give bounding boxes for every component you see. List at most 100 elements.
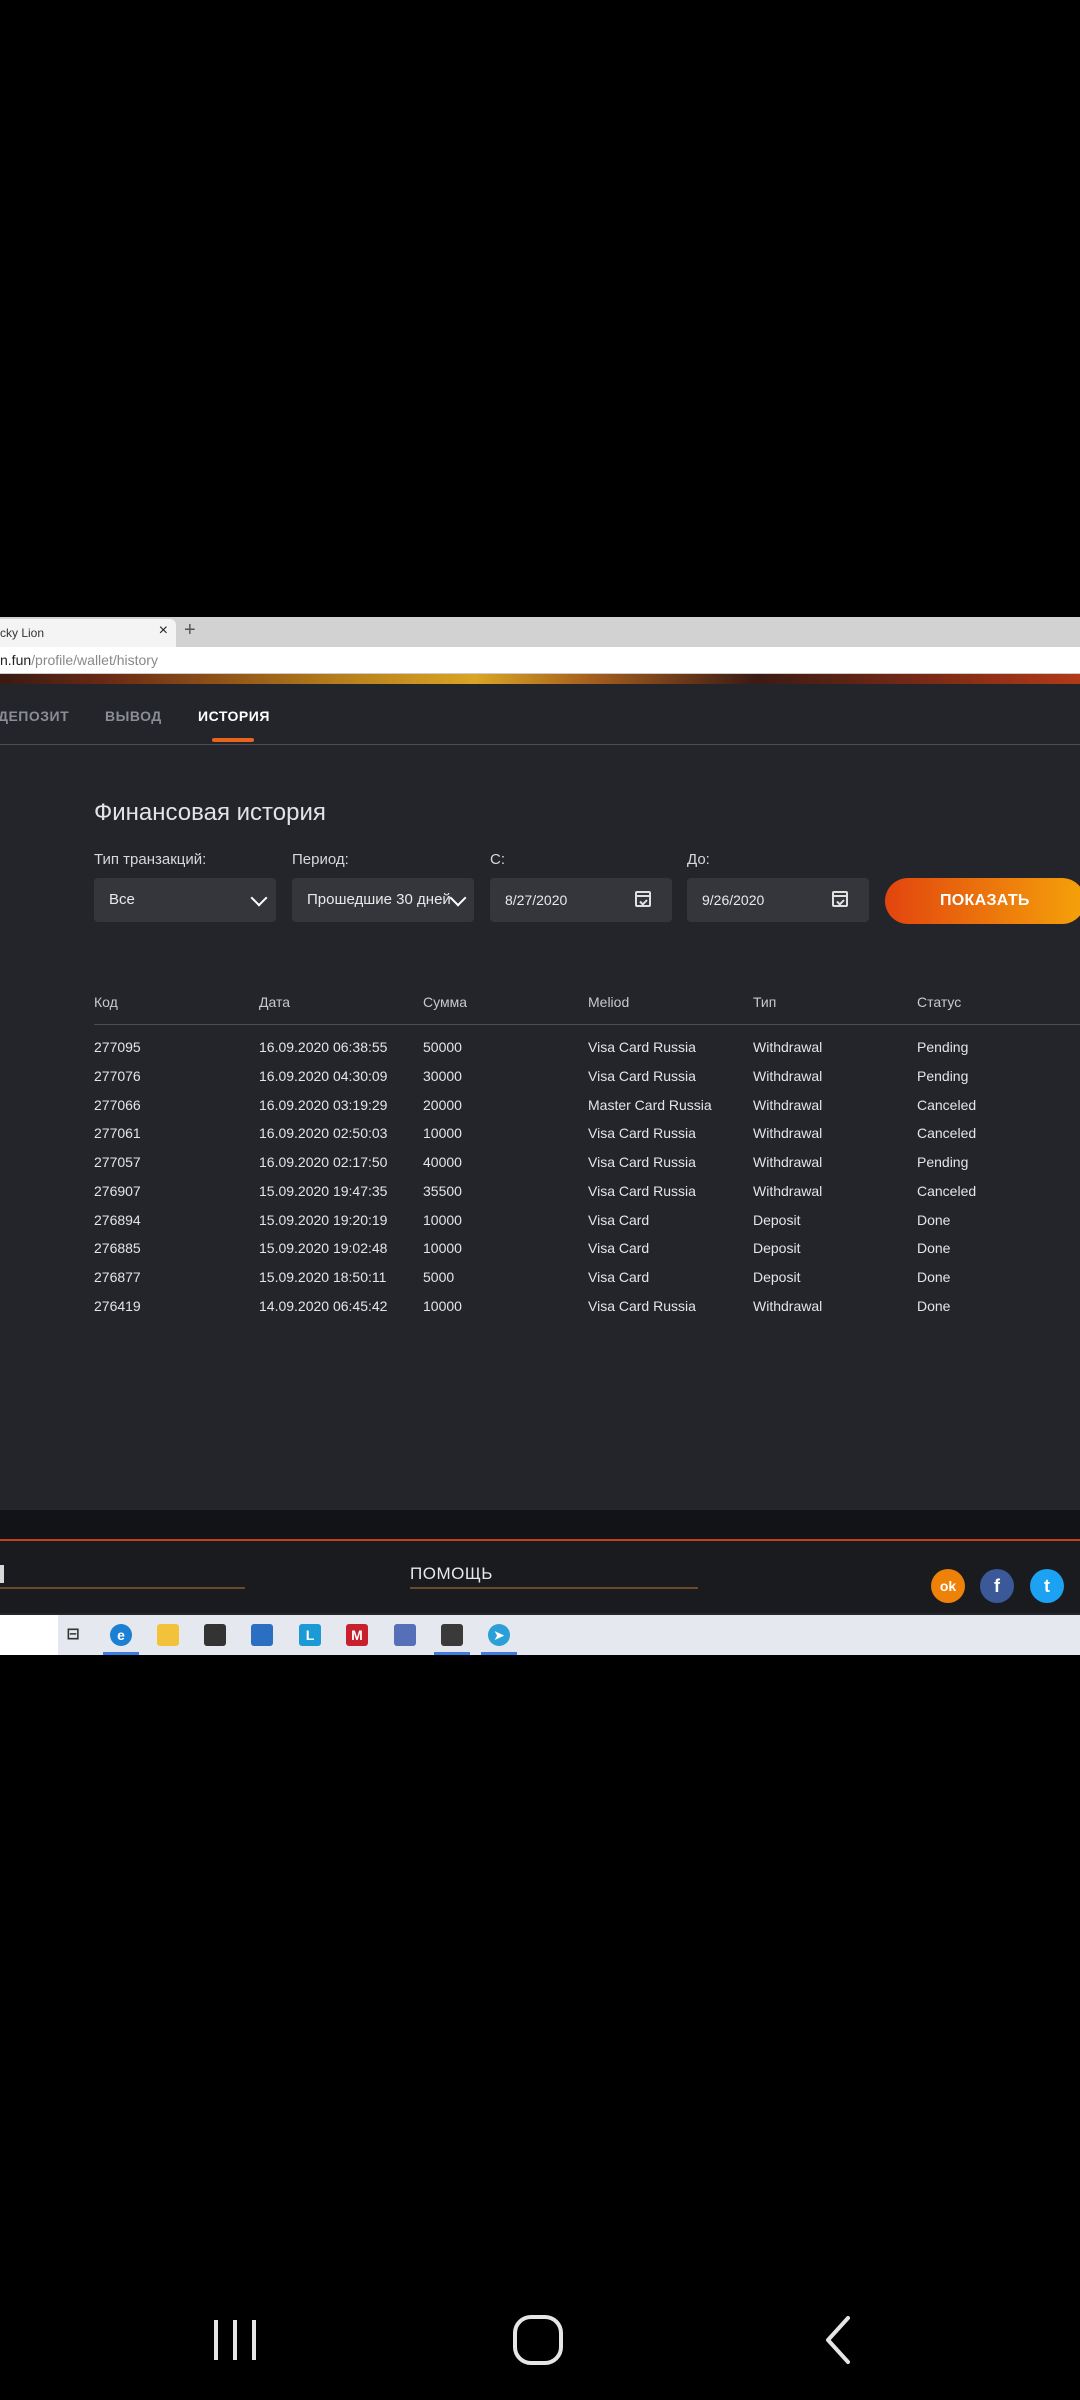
date-from-label: С: [490, 851, 505, 868]
game-app-icon[interactable] [441, 1624, 463, 1646]
wallet-tabs: ДЕПОЗИТ ВЫВОД ИСТОРИЯ [0, 684, 1080, 745]
cell-date: 16.09.2020 02:50:03 [259, 1125, 388, 1141]
cell-amount: 30000 [423, 1068, 462, 1084]
table-row: 276419 14.09.2020 06:45:42 10000 Visa Ca… [0, 1298, 1080, 1327]
browser-tab[interactable]: cky Lion × [0, 619, 176, 647]
table-row: 277076 16.09.2020 04:30:09 30000 Visa Ca… [0, 1068, 1080, 1097]
date-from-input[interactable]: 8/27/2020 [490, 878, 672, 922]
close-tab-icon[interactable]: × [159, 622, 168, 640]
tab-withdraw[interactable]: ВЫВОД [105, 708, 162, 724]
facebook-icon[interactable]: f [980, 1569, 1014, 1603]
cell-date: 16.09.2020 06:38:55 [259, 1039, 388, 1055]
odnoklassniki-icon[interactable]: ok [931, 1569, 965, 1603]
cell-method: Visa Card Russia [588, 1154, 696, 1170]
promo-banner-strip [0, 674, 1080, 684]
cell-amount: 10000 [423, 1125, 462, 1141]
cell-amount: 50000 [423, 1039, 462, 1055]
mcafee-icon[interactable]: M [346, 1624, 368, 1646]
show-button[interactable]: ПОКАЗАТЬ [885, 878, 1080, 924]
cell-code: 276877 [94, 1269, 141, 1285]
cell-status: Done [917, 1298, 951, 1314]
taskbar-search-box[interactable] [0, 1615, 58, 1655]
telegram-running-indicator [481, 1652, 517, 1655]
cell-code: 277066 [94, 1097, 141, 1113]
task-view-icon[interactable]: ⊟ [62, 1624, 84, 1646]
cell-status: Pending [917, 1154, 969, 1170]
calendar-icon[interactable] [832, 891, 848, 907]
address-bar[interactable]: n.fun/profile/wallet/history [0, 647, 1080, 674]
cell-amount: 10000 [423, 1298, 462, 1314]
transaction-type-label: Тип транзакций: [94, 851, 207, 868]
cell-date: 15.09.2020 19:02:48 [259, 1240, 388, 1256]
url-text: n.fun/profile/wallet/history [0, 652, 158, 668]
cell-type: Withdrawal [753, 1125, 823, 1141]
calendar-icon[interactable] [635, 891, 651, 907]
mail-icon[interactable] [251, 1624, 273, 1646]
date-to-value: 9/26/2020 [702, 892, 765, 908]
date-from-value: 8/27/2020 [505, 892, 568, 908]
cell-method: Visa Card Russia [588, 1039, 696, 1055]
table-header-divider [94, 1024, 1080, 1025]
period-value: Прошедшие 30 дней [307, 891, 451, 908]
table-row: 276877 15.09.2020 18:50:11 5000 Visa Car… [0, 1269, 1080, 1298]
footer-help-underline [410, 1587, 698, 1589]
cell-method: Visa Card Russia [588, 1183, 696, 1199]
file-explorer-icon[interactable] [157, 1624, 179, 1646]
cell-date: 16.09.2020 02:17:50 [259, 1154, 388, 1170]
cell-method: Visa Card Russia [588, 1068, 696, 1084]
chevron-down-icon [250, 889, 268, 907]
network-app-icon[interactable] [394, 1624, 416, 1646]
back-icon[interactable] [820, 2300, 860, 2370]
cell-status: Done [917, 1240, 951, 1256]
edge-browser-icon[interactable]: e [110, 1624, 132, 1646]
url-host: n.fun [0, 652, 32, 668]
cell-type: Deposit [753, 1240, 801, 1256]
store-icon[interactable] [204, 1624, 226, 1646]
l-app-icon[interactable]: L [299, 1624, 321, 1646]
cell-date: 15.09.2020 18:50:11 [259, 1269, 387, 1285]
twitter-icon[interactable]: t [1030, 1569, 1064, 1603]
cell-date: 16.09.2020 04:30:09 [259, 1068, 388, 1084]
url-path: /profile/wallet/history [31, 652, 158, 668]
cell-method: Visa Card [588, 1212, 650, 1228]
tab-history[interactable]: ИСТОРИЯ [198, 708, 270, 724]
cell-type: Withdrawal [753, 1298, 823, 1314]
cell-type: Withdrawal [753, 1068, 823, 1084]
footer: ПОМОЩЬ ok f t [0, 1541, 1080, 1613]
cell-amount: 10000 [423, 1212, 462, 1228]
period-label: Период: [292, 851, 349, 868]
edge-running-indicator [103, 1652, 139, 1655]
footer-help-heading[interactable]: ПОМОЩЬ [410, 1564, 493, 1584]
column-header-method: Meliod [588, 994, 630, 1010]
tab-deposit[interactable]: ДЕПОЗИТ [0, 708, 69, 724]
browser-tab-strip: cky Lion × + [0, 617, 1080, 647]
date-to-input[interactable]: 9/26/2020 [687, 878, 869, 922]
cell-method: Visa Card Russia [588, 1125, 696, 1141]
recent-apps-icon[interactable] [210, 2300, 260, 2370]
period-select[interactable]: Прошедшие 30 дней [292, 878, 474, 922]
column-header-status: Статус [917, 994, 962, 1010]
home-icon[interactable] [510, 2300, 570, 2370]
cell-code: 276907 [94, 1183, 141, 1199]
transaction-type-select[interactable]: Все [94, 878, 276, 922]
cell-status: Pending [917, 1068, 969, 1084]
cell-status: Canceled [917, 1097, 977, 1113]
telegram-icon[interactable]: ➤ [488, 1624, 510, 1646]
cell-date: 15.09.2020 19:20:19 [259, 1212, 388, 1228]
table-row: 277066 16.09.2020 03:19:29 20000 Master … [0, 1097, 1080, 1126]
table-row: 276885 15.09.2020 19:02:48 10000 Visa Ca… [0, 1240, 1080, 1269]
cell-date: 14.09.2020 06:45:42 [259, 1298, 388, 1314]
active-tab-indicator [212, 738, 254, 742]
cell-type: Withdrawal [753, 1154, 823, 1170]
cell-status: Canceled [917, 1125, 977, 1141]
new-tab-icon[interactable]: + [184, 619, 196, 642]
cell-code: 277076 [94, 1068, 141, 1084]
game-running-indicator [434, 1652, 470, 1655]
cell-date: 15.09.2020 19:47:35 [259, 1183, 388, 1199]
cell-amount: 35500 [423, 1183, 462, 1199]
footer-left-marker [0, 1565, 4, 1583]
cell-date: 16.09.2020 03:19:29 [259, 1097, 388, 1113]
cell-amount: 20000 [423, 1097, 462, 1113]
cell-status: Canceled [917, 1183, 977, 1199]
cell-type: Deposit [753, 1212, 801, 1228]
